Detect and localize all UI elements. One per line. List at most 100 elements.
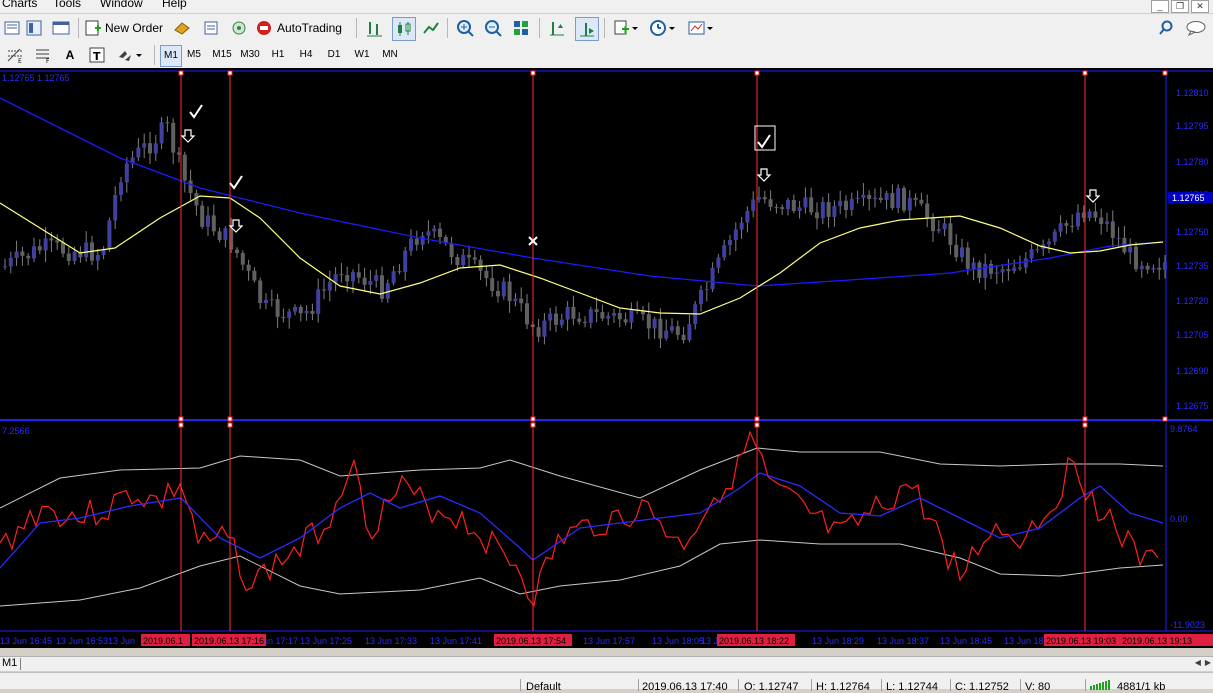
time-label: 13 Jun 17:41 — [430, 636, 482, 646]
osc-axis-label: -11.9023 — [1170, 620, 1205, 630]
candle-body — [1006, 269, 1011, 272]
candle-body — [165, 122, 170, 124]
timeframe-d1[interactable]: D1 — [320, 45, 348, 65]
timeframe-h1[interactable]: H1 — [264, 45, 292, 65]
chart-canvas[interactable]: 1.12810 1.12795 1.12780 1.12765 1.12750 1.127… — [0, 68, 1213, 648]
tile-windows-icon[interactable] — [511, 17, 531, 39]
timeframe-h4[interactable]: H4 — [292, 45, 320, 65]
candle-body — [936, 229, 941, 232]
candle-body — [890, 193, 895, 209]
candle-body — [351, 272, 355, 282]
event-handle — [754, 416, 760, 422]
timeframe-w1[interactable]: W1 — [348, 45, 376, 65]
candle-body — [472, 257, 477, 260]
event-handle — [754, 70, 760, 76]
candle-body — [803, 197, 808, 208]
candle-body — [380, 275, 384, 299]
arrows-dropdown-icon[interactable] — [115, 44, 145, 66]
restore-button[interactable]: ❐ — [1171, 0, 1189, 13]
templates-dropdown-icon[interactable] — [686, 17, 716, 39]
tab-scroll-right-icon[interactable]: ▶ — [1205, 658, 1211, 667]
search-icon[interactable] — [1156, 17, 1176, 39]
price-label: 1.12735 — [1176, 261, 1209, 271]
tab-scroll-left-icon[interactable]: ◀ — [1195, 658, 1201, 667]
candle-body — [159, 122, 164, 144]
zoom-out-icon[interactable] — [483, 17, 503, 39]
menu-window[interactable]: Window — [100, 0, 143, 10]
candle-body — [646, 314, 651, 329]
close-button[interactable]: ✕ — [1191, 0, 1209, 13]
menu-tools[interactable]: Tools — [53, 0, 81, 10]
chart-window[interactable]: 1.12810 1.12795 1.12780 1.12765 1.12750 1.127… — [0, 68, 1213, 648]
candle-body — [745, 210, 750, 223]
candle-body — [774, 206, 779, 208]
candle-body — [965, 247, 970, 269]
text-tool-icon[interactable]: A — [61, 44, 79, 66]
new-order-button[interactable]: New Order — [84, 17, 166, 39]
event-handle — [227, 416, 233, 422]
candle-body — [577, 318, 582, 322]
fibonacci-icon[interactable]: E — [5, 44, 25, 66]
svg-text:F: F — [46, 58, 50, 64]
text-label-icon[interactable]: T — [87, 44, 107, 66]
osc-axis-label: 0.00 — [1170, 514, 1188, 524]
price-label: 1.12780 — [1176, 157, 1209, 167]
candle-body — [356, 272, 361, 278]
profiles-icon[interactable] — [3, 17, 21, 39]
candle-body — [43, 238, 48, 251]
timeframe-m1[interactable]: M1 — [160, 45, 182, 67]
candle-body — [542, 320, 547, 337]
candle-body — [95, 254, 100, 261]
candle-body — [820, 202, 825, 219]
chart-shift-icon[interactable] — [547, 17, 567, 39]
autoscroll-icon[interactable] — [575, 17, 599, 41]
chat-icon[interactable] — [1184, 17, 1208, 39]
minimize-button[interactable]: _ — [1151, 0, 1169, 13]
candle-body — [240, 253, 245, 265]
candle-body — [438, 228, 442, 237]
timeframe-m30[interactable]: M30 — [236, 45, 264, 65]
candle-body — [861, 194, 866, 198]
menu-charts[interactable]: Charts — [2, 0, 37, 10]
timeframe-mn[interactable]: MN — [376, 45, 404, 65]
chart-tab-m1[interactable]: M1 — [2, 657, 17, 669]
candle-body — [1023, 258, 1028, 268]
current-price-label: 1.12765 — [1172, 193, 1205, 203]
navigator-icon[interactable] — [25, 17, 43, 39]
check-icon — [189, 104, 203, 119]
candle-body — [258, 280, 263, 304]
candle-body — [757, 197, 761, 200]
candle-body — [942, 223, 947, 230]
candle-body — [298, 306, 303, 314]
zoom-in-icon[interactable] — [455, 17, 475, 39]
candle-body — [513, 298, 518, 302]
signals-icon[interactable] — [229, 17, 249, 39]
timeframe-m5[interactable]: M5 — [180, 45, 208, 65]
line-chart-icon[interactable] — [421, 17, 441, 39]
market-watch-icon[interactable] — [172, 17, 192, 39]
candle-body — [55, 240, 60, 243]
oscillator-top-label: 7.2566 — [2, 426, 30, 436]
periods-dropdown-icon[interactable] — [648, 17, 678, 39]
candle-body — [200, 205, 205, 227]
bar-chart-icon[interactable] — [364, 17, 384, 39]
candle-body — [681, 334, 686, 341]
candle-body — [751, 199, 756, 211]
menu-help[interactable]: Help — [162, 0, 187, 10]
candle-body — [507, 281, 512, 302]
fibo-fan-icon[interactable]: F — [33, 44, 53, 66]
timeframe-m15[interactable]: M15 — [208, 45, 236, 65]
time-label: 13 Jun 18:05 — [652, 636, 704, 646]
terminal-icon[interactable] — [51, 17, 71, 39]
svg-text:E: E — [18, 58, 22, 64]
tab-scroll-controls[interactable]: ◀ ▶ — [1195, 658, 1211, 667]
candle-body — [1105, 221, 1109, 224]
candle-body — [1151, 267, 1156, 270]
candlestick-chart-icon[interactable] — [392, 17, 416, 41]
event-handle — [1162, 70, 1168, 76]
data-window-icon[interactable] — [201, 17, 221, 39]
candle-body — [1139, 265, 1144, 270]
indicators-dropdown-icon[interactable] — [612, 17, 640, 39]
chart-info-label: 1.12765 1.12765 — [2, 73, 70, 83]
autotrading-button[interactable]: AutoTrading — [255, 17, 349, 39]
